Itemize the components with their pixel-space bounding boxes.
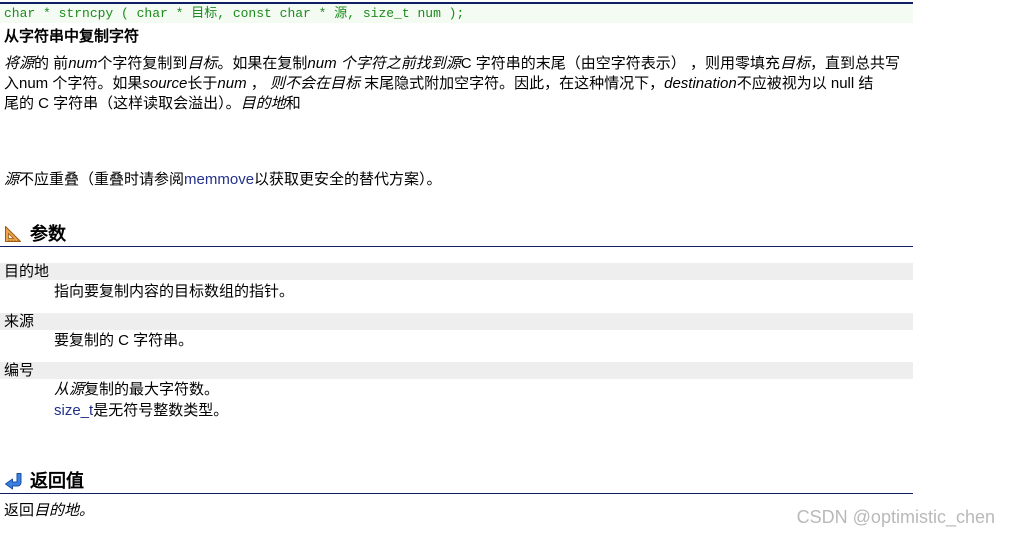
emphasized-term: 目标 <box>187 55 218 72</box>
emphasized-term: 则不会在目标 <box>269 75 360 92</box>
description-line: 入num 个字符。如果source长于num ， 则不会在目标 末尾隐式附加空字… <box>4 74 913 94</box>
parameter-description: 指向要复制内容的目标数组的指针。 <box>54 281 913 302</box>
csdn-watermark: CSDN @optimistic_chen <box>796 507 995 527</box>
section-title: 返回值 <box>30 471 84 491</box>
emphasized-term: 目的地。 <box>34 502 95 519</box>
parameter-name: 来源 <box>0 313 913 330</box>
description-text: 个字符复制到 <box>97 55 188 72</box>
emphasized-term: destination <box>664 75 737 92</box>
description-text: 入num 个字符。如果 <box>4 75 143 92</box>
emphasized-term: 源 <box>4 171 20 188</box>
parameter-description: 从源复制的最大字符数。 size_t是无符号整数类型。 <box>54 379 913 421</box>
parameter-description-line: size_t是无符号整数类型。 <box>54 400 913 421</box>
parameter-name: 目的地 <box>0 263 913 280</box>
overlap-note: 源不应重叠（重叠时请参阅memmove以获取更安全的替代方案）。 <box>4 170 913 190</box>
emphasized-term: source <box>142 75 188 92</box>
description-text: C 字符串的末尾（由空字符表示） ，则用零填充 <box>460 55 780 72</box>
description-text: 指向要复制内容的目标数组的指针。 <box>54 283 295 300</box>
parameter-description-line: 从源复制的最大字符数。 <box>54 379 913 400</box>
description-text: ，直到总共写 <box>809 55 900 72</box>
return-value-line: 返回目的地。 <box>4 501 913 521</box>
return-arrow-icon <box>4 472 24 490</box>
function-prototype-box: char * strncpy ( char * 目标, const char *… <box>0 2 913 23</box>
section-title: 参数 <box>30 224 66 244</box>
overlap-note-line: 源不应重叠（重叠时请参阅memmove以获取更安全的替代方案）。 <box>4 170 913 190</box>
emphasized-term: 从源 <box>54 381 85 398</box>
description-text: 末尾隐式附加空字符。因此，在这种情况下， <box>359 75 665 92</box>
strncpy-reference-page: char * strncpy ( char * 目标, const char *… <box>0 0 1009 537</box>
return-value-section-header: 返回值 <box>0 469 913 494</box>
emphasized-term: 将源 <box>4 55 35 72</box>
parameter-description-line: 指向要复制内容的目标数组的指针。 <box>54 281 913 302</box>
description-text: 返回 <box>4 502 35 519</box>
description-line: 将源的 前num个字符复制到目标。如果在复制num 个字符之前找到源C 字符串的… <box>4 54 913 74</box>
description-text: 复制的最大字符数。 <box>84 381 220 398</box>
description-text: 是无符号整数类型。 <box>93 402 229 419</box>
description-paragraph: 将源的 前num个字符复制到目标。如果在复制num 个字符之前找到源C 字符串的… <box>4 54 913 114</box>
description-text: ， <box>246 75 270 92</box>
memmove-link[interactable]: memmove <box>184 171 254 188</box>
parameter-name: 编号 <box>0 362 913 379</box>
function-summary: 从字符串中复制字符 <box>4 28 140 45</box>
emphasized-term: 目标 <box>779 55 810 72</box>
parameter-description-line: 要复制的 C 字符串。 <box>54 330 913 351</box>
emphasized-term: num 个字符之前找到源 <box>307 55 461 72</box>
return-value-text: 返回目的地。 <box>4 501 913 521</box>
parameters-section-header: 参数 <box>0 222 913 247</box>
parameter-description: 要复制的 C 字符串。 <box>54 330 913 351</box>
description-text: 长于 <box>187 75 218 92</box>
description-line: 尾的 C 字符串（这样读取会溢出）。目的地和 <box>4 94 913 114</box>
description-text: 尾的 C 字符串（这样读取会溢出）。 <box>4 95 241 112</box>
description-text: 的 前 <box>34 55 69 72</box>
emphasized-term: num <box>68 55 98 72</box>
description-text: 不应重叠（重叠时请参阅 <box>19 171 185 188</box>
function-prototype: char * strncpy ( char * 目标, const char *… <box>4 6 465 21</box>
description-text: 以获取更安全的替代方案）。 <box>254 171 442 188</box>
emphasized-term: 目的地 <box>240 95 286 112</box>
set-square-icon <box>4 225 22 243</box>
description-text: 和 <box>285 95 301 112</box>
emphasized-term: num <box>217 75 247 92</box>
description-text: 要复制的 C 字符串。 <box>54 332 194 349</box>
description-text: 不应被视为以 null 结 <box>736 75 874 92</box>
description-text: 。如果在复制 <box>217 55 308 72</box>
size-t-link[interactable]: size_t <box>54 402 93 419</box>
